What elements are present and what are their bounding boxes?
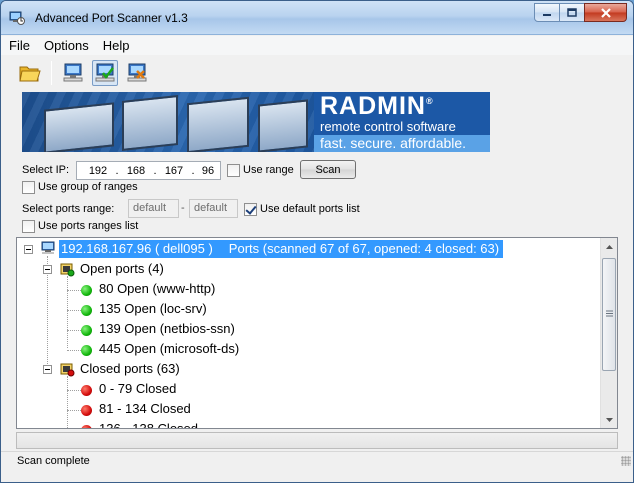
port-group-icon (60, 363, 75, 377)
grip-icon (606, 310, 613, 317)
select-ip-label: Select IP: (22, 164, 70, 176)
use-group-checkbox[interactable] (22, 181, 35, 194)
scan-button[interactable]: Scan (300, 160, 356, 179)
banner-text-panel: RADMIN® remote control software fast. se… (314, 92, 490, 152)
use-default-ports-label: Use default ports list (260, 203, 360, 215)
maximize-button[interactable] (559, 3, 585, 22)
computer-icon (63, 63, 83, 82)
results-tree[interactable]: 192.168.167.96 ( dell095 ) Ports (scanned… (16, 237, 618, 429)
open-port-item[interactable]: 135 Open (loc-srv) (99, 300, 207, 318)
scroll-up-button[interactable] (601, 238, 617, 255)
caption-buttons (534, 3, 627, 23)
closed-status-icon (81, 385, 92, 396)
banner-screen-image (44, 102, 114, 152)
open-status-icon (81, 325, 92, 336)
menu-bar: File Options Help (1, 36, 633, 55)
ip-dot: . (153, 164, 157, 177)
tree-connector (67, 376, 68, 428)
scroll-down-button[interactable] (601, 411, 617, 428)
close-icon (600, 7, 611, 18)
menu-file[interactable]: File (1, 38, 37, 53)
ip-octet-2[interactable]: 168 (121, 165, 151, 177)
banner-screen-image (122, 95, 178, 151)
host-summary: Ports (scanned 67 of 67, opened: 4 close… (228, 241, 500, 256)
host-expander[interactable] (24, 245, 33, 254)
scroll-down-icon (605, 417, 613, 422)
tree-connector (67, 276, 68, 348)
closed-port-item[interactable]: 136 - 138 Closed (99, 420, 198, 428)
computer-error-icon (127, 63, 147, 82)
host-address: 192.168.167.96 ( dell095 ) (61, 241, 213, 256)
banner-slogan: fast. secure. affordable. (314, 135, 490, 152)
port-group-icon (60, 263, 75, 277)
use-ports-ranges-checkbox[interactable] (22, 220, 35, 233)
ip-octet-3[interactable]: 167 (159, 165, 189, 177)
ports-range-separator: - (181, 202, 185, 214)
ports-range-label: Select ports range: (22, 203, 115, 215)
radmin-banner[interactable]: RADMIN® remote control software fast. se… (22, 92, 490, 152)
closed-status-icon (81, 425, 92, 428)
open-port-item[interactable]: 80 Open (www-http) (99, 280, 215, 298)
banner-screen-image (258, 99, 308, 152)
open-status-icon (81, 305, 92, 316)
host-computer-icon (41, 241, 55, 254)
close-button[interactable] (584, 3, 627, 22)
toolbar (1, 56, 633, 90)
minimize-icon (543, 13, 551, 16)
use-range-checkbox[interactable] (227, 164, 240, 177)
tree-host-row[interactable]: 192.168.167.96 ( dell095 ) Ports (scanned… (59, 240, 504, 258)
open-port-item[interactable]: 445 Open (microsoft-ds) (99, 340, 239, 358)
toolbar-separator (51, 61, 52, 85)
ip-octet-1[interactable]: 192 (83, 165, 113, 177)
open-status-icon (81, 345, 92, 356)
scan-hosts-button[interactable] (60, 60, 86, 86)
computer-scan-icon (95, 63, 115, 82)
ip-octet-4[interactable]: 96 (197, 165, 219, 177)
tree-scrollbar[interactable] (600, 238, 617, 428)
menu-help[interactable]: Help (96, 38, 137, 53)
closed-port-item[interactable]: 0 - 79 Closed (99, 380, 176, 398)
open-button[interactable] (17, 60, 43, 86)
closed-ports-expander[interactable] (43, 365, 52, 374)
open-port-item[interactable]: 139 Open (netbios-ssn) (99, 320, 235, 338)
open-folder-icon (19, 66, 41, 82)
ip-dot: . (191, 164, 195, 177)
open-ports-expander[interactable] (43, 265, 52, 274)
ports-from-input[interactable]: default (128, 199, 179, 218)
minimize-button[interactable] (534, 3, 560, 22)
closed-status-icon (81, 405, 92, 416)
scan-ports-button[interactable] (92, 60, 118, 86)
app-window: Advanced Port Scanner v1.3 File Options … (0, 0, 634, 483)
use-ports-ranges-label: Use ports ranges list (38, 220, 139, 232)
registered-mark: ® (426, 96, 434, 106)
banner-brand: RADMIN® (320, 92, 434, 121)
status-bar: Scan complete (1, 451, 633, 482)
window-title: Advanced Port Scanner v1.3 (35, 11, 188, 25)
resize-grip-icon[interactable] (621, 456, 631, 466)
use-group-label: Use group of ranges (38, 181, 138, 193)
maximize-icon (567, 7, 577, 17)
banner-screen-image (187, 96, 249, 152)
scan-progress-bar (16, 432, 618, 449)
ip-dot: . (115, 164, 119, 177)
status-text: Scan complete (17, 455, 90, 467)
closed-port-item[interactable]: 81 - 134 Closed (99, 400, 191, 418)
open-ports-group[interactable]: Open ports (4) (80, 260, 164, 278)
use-range-label: Use range (243, 164, 294, 176)
closed-ports-group[interactable]: Closed ports (63) (80, 360, 180, 378)
scroll-up-icon (605, 244, 613, 249)
ports-to-input[interactable]: default (189, 199, 238, 218)
brand-name: RADMIN (320, 92, 426, 120)
banner-tagline: remote control software (320, 119, 456, 134)
title-bar[interactable]: Advanced Port Scanner v1.3 (1, 1, 633, 35)
scroll-thumb[interactable] (602, 258, 616, 371)
open-status-icon (81, 285, 92, 296)
ip-address-input[interactable]: 192 . 168 . 167 . 96 (76, 161, 221, 180)
menu-options[interactable]: Options (37, 38, 96, 53)
use-default-ports-checkbox[interactable] (244, 203, 257, 216)
app-icon (9, 11, 25, 25)
stop-button[interactable] (124, 60, 150, 86)
